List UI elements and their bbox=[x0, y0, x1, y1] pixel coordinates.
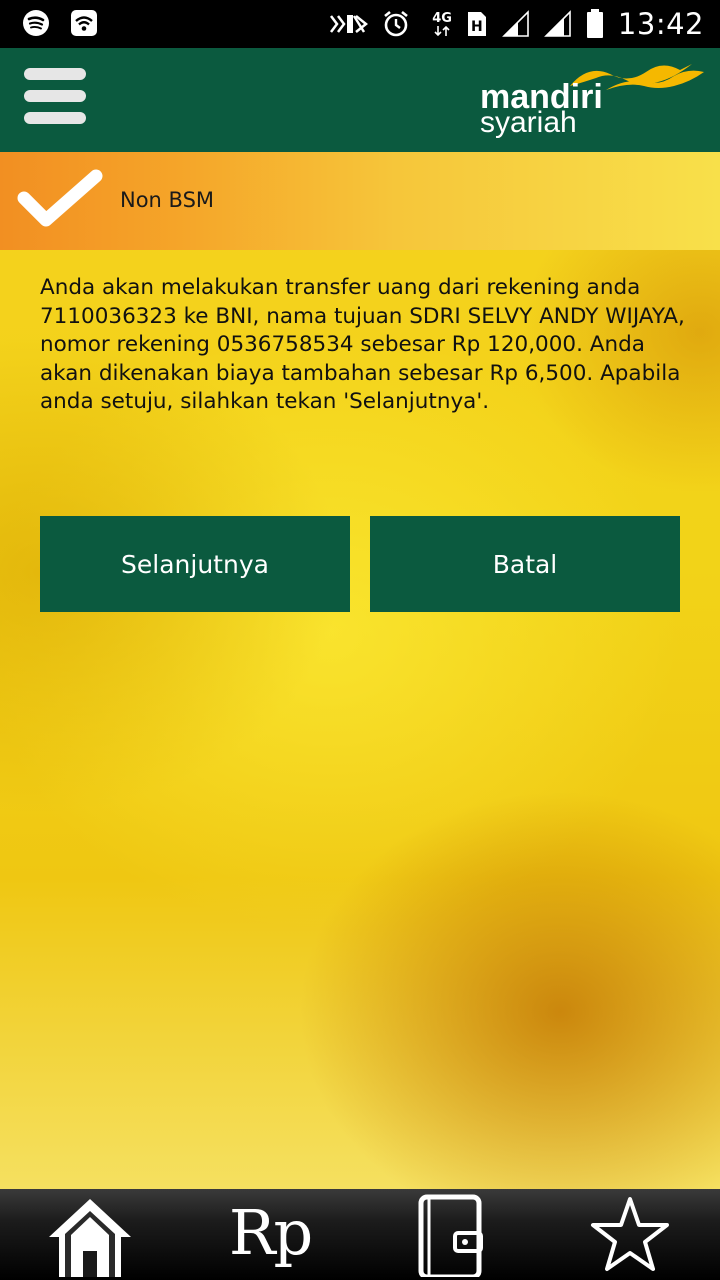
hamburger-menu-icon[interactable] bbox=[24, 68, 88, 130]
next-button[interactable]: Selanjutnya bbox=[40, 516, 350, 612]
cancel-button[interactable]: Batal bbox=[370, 516, 680, 612]
main-content: Non BSM Anda akan melakukan transfer uan… bbox=[0, 152, 720, 1189]
nfc-icon bbox=[330, 15, 369, 33]
check-icon bbox=[17, 169, 103, 227]
status-time: 13:42 bbox=[617, 7, 704, 41]
sim-icon: H bbox=[467, 12, 486, 36]
section-title: Non BSM bbox=[120, 188, 215, 212]
battery-icon bbox=[586, 9, 603, 38]
wifi-hotspot-icon bbox=[71, 10, 97, 36]
nav-home[interactable] bbox=[40, 1193, 140, 1280]
bottom-navigation: Rp bbox=[0, 1189, 720, 1280]
network-type-label: 4G bbox=[432, 10, 452, 26]
logo-text-syariah: syariah bbox=[480, 106, 577, 139]
section-header: Non BSM bbox=[0, 152, 720, 250]
network-4g-icon: 4G bbox=[432, 12, 452, 37]
home-icon bbox=[49, 1199, 131, 1277]
status-bar-right: 4G H 13:42 bbox=[328, 4, 704, 44]
status-bar: 4G H 13:42 bbox=[0, 0, 720, 48]
status-bar-left bbox=[22, 9, 98, 37]
book-icon bbox=[418, 1194, 483, 1277]
app-bar: mandiri syariah bbox=[0, 48, 720, 152]
star-icon bbox=[591, 1197, 669, 1271]
mandiri-syariah-logo: mandiri syariah bbox=[480, 58, 710, 142]
nav-payment[interactable]: Rp bbox=[210, 1193, 330, 1280]
signal-icon bbox=[543, 10, 571, 37]
confirmation-message: Anda akan melakukan transfer uang dari r… bbox=[40, 275, 685, 414]
rupiah-icon: Rp bbox=[228, 1196, 313, 1269]
spotify-icon bbox=[23, 10, 49, 36]
signal-icon bbox=[501, 10, 529, 37]
nav-favorites[interactable] bbox=[580, 1193, 680, 1280]
alarm-icon bbox=[384, 10, 409, 37]
svg-text:H: H bbox=[471, 19, 483, 35]
nav-history[interactable] bbox=[410, 1193, 490, 1280]
